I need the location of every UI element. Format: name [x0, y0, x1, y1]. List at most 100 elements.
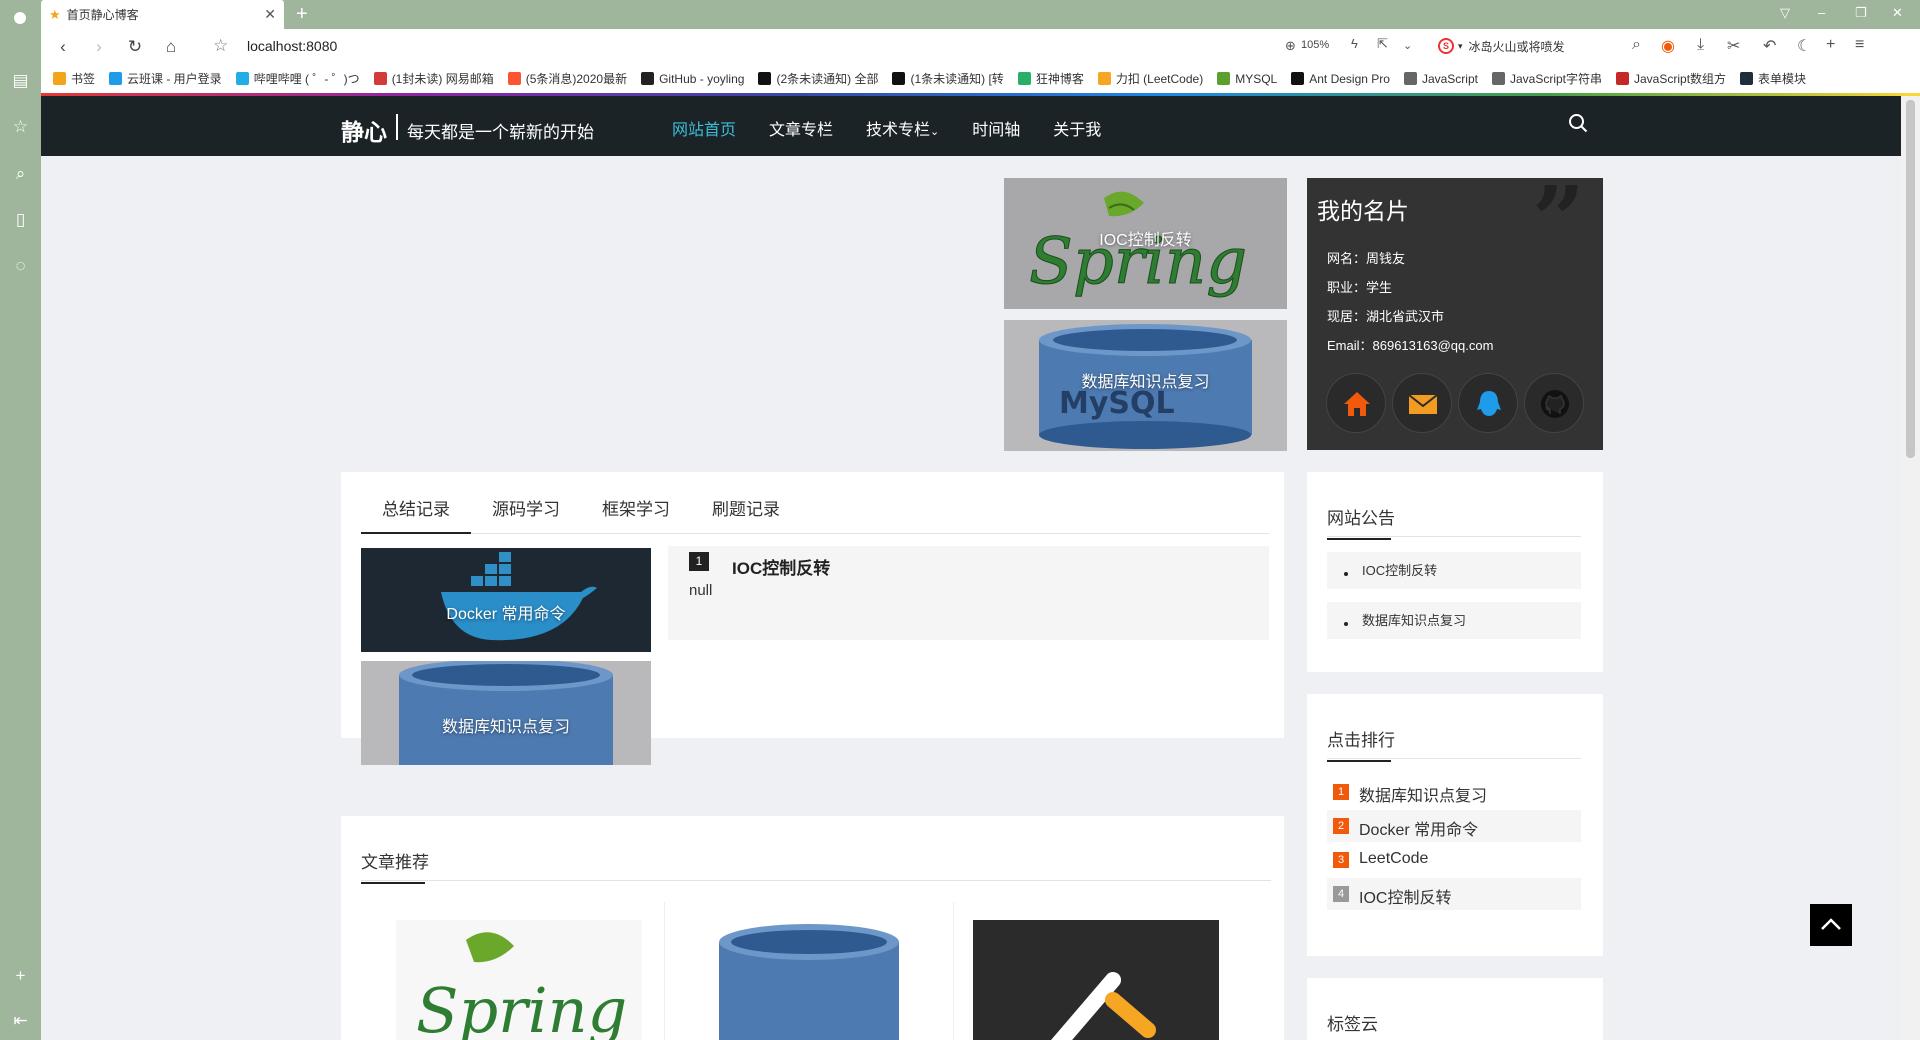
bookmark-favicon-icon: [892, 72, 906, 85]
social-github[interactable]: [1524, 373, 1584, 433]
home-icon: [1344, 392, 1370, 416]
site-brand[interactable]: 静心: [341, 113, 387, 147]
browser-tab[interactable]: ★ 首页静心博客 ✕: [41, 0, 284, 29]
bookmark-favicon-icon: [109, 72, 123, 85]
bookmark-favicon-icon: [235, 72, 249, 85]
site-search-icon[interactable]: [1568, 113, 1588, 133]
recommend-card-mysql[interactable]: [684, 920, 930, 1040]
bookmark-item[interactable]: GitHub - yoyling: [641, 72, 744, 86]
hot-item[interactable]: 1 数据库知识点复习: [1327, 776, 1581, 808]
bookmark-item[interactable]: (1条未读通知) [转: [892, 70, 1004, 87]
tab-leetcode[interactable]: 刷题记录: [691, 498, 801, 534]
menu-icon[interactable]: ≡: [1855, 36, 1864, 54]
bookmark-item[interactable]: (2条未读通知) 全部: [758, 70, 878, 87]
url-input[interactable]: localhost:8080: [247, 38, 337, 54]
bookmark-label: 书签: [71, 72, 96, 86]
nav-about[interactable]: 关于我: [1053, 116, 1101, 140]
social-qq[interactable]: [1458, 373, 1518, 433]
bookmark-item[interactable]: 表单模块: [1740, 70, 1806, 87]
hero-item-spring[interactable]: Spring IOC控制反转: [1004, 178, 1287, 309]
forward-icon[interactable]: ›: [85, 37, 113, 57]
bookmark-item[interactable]: Ant Design Pro: [1291, 72, 1390, 86]
zoom-icon[interactable]: ⊕: [1285, 38, 1296, 54]
article-title[interactable]: IOC控制反转: [732, 554, 830, 579]
social-mail[interactable]: [1392, 373, 1452, 433]
tab-summary[interactable]: 总结记录: [361, 498, 471, 534]
add-panel-icon[interactable]: +: [10, 966, 31, 987]
social-home[interactable]: [1326, 373, 1386, 433]
new-tab-icon[interactable]: +: [296, 3, 308, 26]
bookmark-item[interactable]: JavaScript字符串: [1491, 70, 1602, 87]
recommend-card-spring[interactable]: Spring: [396, 920, 642, 1040]
bookmark-label: (1条未读通知) [转: [910, 72, 1004, 86]
bookmark-item[interactable]: (5条消息)2020最新: [507, 70, 627, 87]
notice-item[interactable]: 数据库知识点复习: [1327, 602, 1581, 639]
chevron-down-icon[interactable]: ⌄: [1403, 39, 1412, 52]
thumb-docker[interactable]: Docker 常用命令: [361, 548, 651, 652]
undo-icon[interactable]: ↶: [1763, 36, 1776, 56]
bookmark-item[interactable]: JavaScript: [1403, 72, 1478, 86]
reload-icon[interactable]: ↻: [121, 37, 149, 57]
bookmark-star-icon[interactable]: ☆: [213, 36, 228, 56]
page-scrollbar[interactable]: [1901, 96, 1920, 1040]
collapse-panel-icon[interactable]: ⇤: [10, 1011, 31, 1032]
bookmark-item[interactable]: (1封未读) 网易邮箱: [373, 70, 494, 87]
share-icon[interactable]: ⇱: [1377, 36, 1388, 52]
bookmark-label: Ant Design Pro: [1309, 71, 1390, 86]
close-tab-icon[interactable]: ✕: [264, 6, 276, 23]
minimize-icon[interactable]: –: [1818, 5, 1825, 20]
nav-timeline[interactable]: 时间轴: [972, 116, 1020, 140]
notice-panel: 网站公告 IOC控制反转 数据库知识点复习: [1307, 472, 1603, 672]
notice-item[interactable]: IOC控制反转: [1327, 552, 1581, 589]
bookmark-item[interactable]: JavaScript数组方: [1616, 70, 1726, 87]
bookmark-item[interactable]: 书签: [53, 70, 95, 87]
nav-home[interactable]: 网站首页: [672, 116, 736, 140]
bookmark-item[interactable]: 力扣 (LeetCode): [1097, 70, 1203, 87]
hero-item-mysql[interactable]: MySQL 数据库知识点复习: [1004, 320, 1287, 451]
hot-label: Docker 常用命令: [1359, 822, 1479, 839]
github-icon: [1541, 390, 1569, 418]
hot-item[interactable]: 3 LeetCode: [1327, 844, 1581, 876]
hot-item[interactable]: 2 Docker 常用命令: [1327, 810, 1581, 842]
chat-icon[interactable]: ◌: [10, 256, 31, 277]
bookmark-item[interactable]: 哔哩哔哩 ( ゜- ゜)つ: [235, 70, 360, 87]
screenshot-icon[interactable]: ✂: [1727, 36, 1740, 56]
clothes-skin-icon[interactable]: ▽: [1780, 5, 1790, 21]
search-box[interactable]: S ▾ 冰岛火山或将喷发: [1438, 33, 1683, 59]
bookmark-favicon-icon: [1217, 72, 1231, 85]
browser-logo-icon[interactable]: [9, 7, 31, 29]
back-icon[interactable]: ‹: [49, 37, 77, 57]
notes-icon[interactable]: ▤: [10, 71, 31, 92]
game-icon[interactable]: ◉: [1661, 36, 1675, 56]
home-icon[interactable]: ⌂: [157, 37, 185, 57]
mysql-db-image: [684, 920, 930, 1040]
bookmark-item[interactable]: 狂神博客: [1017, 70, 1084, 87]
nav-tech[interactable]: 技术专栏⌄: [866, 116, 939, 140]
search-icon[interactable]: ⌕: [10, 164, 31, 185]
lightning-icon[interactable]: ϟ: [1351, 36, 1358, 51]
reader-icon[interactable]: ▯: [10, 210, 31, 231]
download-icon[interactable]: ⤓: [1697, 36, 1704, 54]
quote-icon: ”: [1532, 166, 1585, 274]
scrollbar-thumb[interactable]: [1906, 100, 1915, 458]
engine-dropdown-icon[interactable]: ▾: [1458, 41, 1463, 52]
bookmark-item[interactable]: MYSQL: [1217, 72, 1277, 86]
bookmarks-bar: 书签 云班课 - 用户登录 哔哩哔哩 ( ゜- ゜)つ (1封未读) 网易邮箱 (5条消…: [41, 64, 1920, 93]
tab-framework[interactable]: 框架学习: [581, 498, 691, 534]
close-window-icon[interactable]: ✕: [1892, 5, 1903, 21]
bookmark-item[interactable]: 云班课 - 用户登录: [109, 70, 222, 87]
favorites-icon[interactable]: ☆: [10, 117, 31, 138]
nav-articles[interactable]: 文章专栏: [769, 116, 833, 140]
search-icon[interactable]: ⌕: [1632, 36, 1641, 54]
back-to-top-button[interactable]: [1810, 904, 1852, 946]
add-icon[interactable]: +: [1826, 36, 1835, 54]
restore-icon[interactable]: ❐: [1855, 5, 1867, 21]
article-detail[interactable]: 1 IOC控制反转 null: [668, 546, 1269, 640]
tab-source[interactable]: 源码学习: [471, 498, 581, 534]
recommend-card-leetcode[interactable]: [973, 920, 1219, 1040]
hot-item[interactable]: 4 IOC控制反转: [1327, 878, 1581, 910]
night-mode-icon[interactable]: ☾: [1797, 36, 1811, 56]
bookmark-favicon-icon: [1097, 72, 1111, 85]
thumb-mysql[interactable]: 数据库知识点复习: [361, 661, 651, 765]
zoom-level[interactable]: 105%: [1301, 39, 1329, 51]
